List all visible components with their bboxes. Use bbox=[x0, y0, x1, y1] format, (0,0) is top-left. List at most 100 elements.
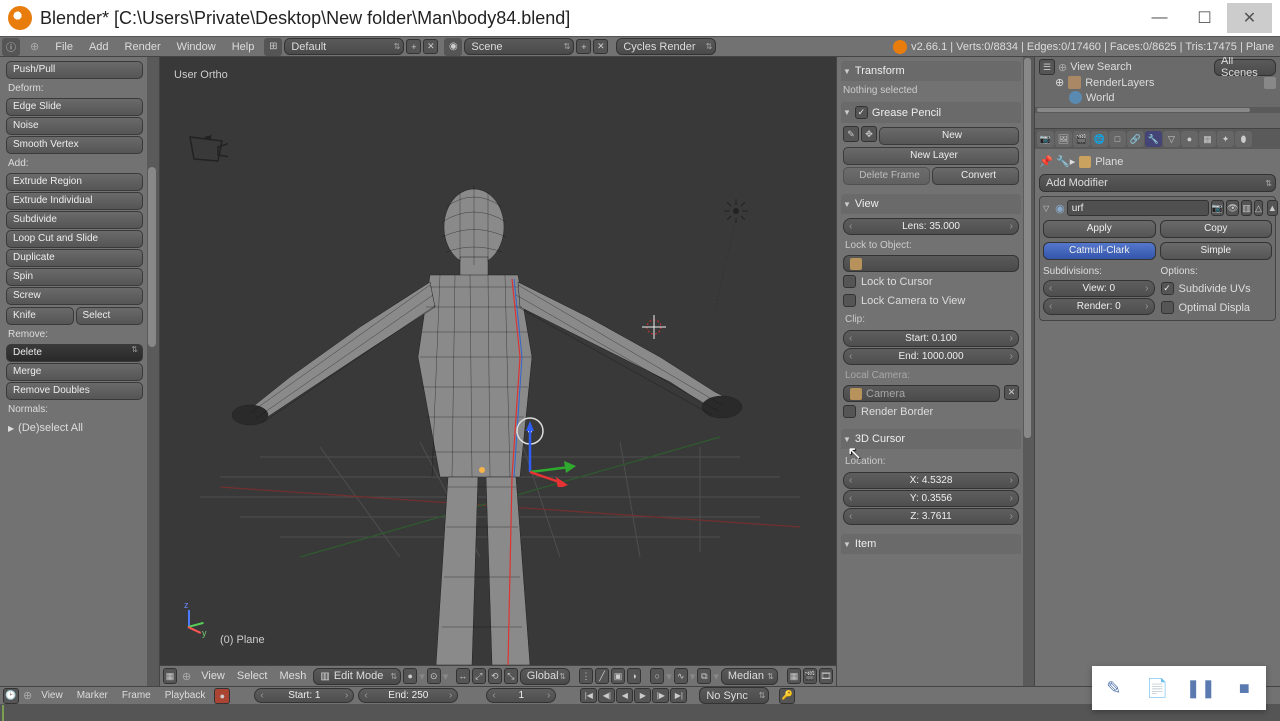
mod-show-render-icon[interactable]: 📷 bbox=[1211, 200, 1224, 216]
timeline-track[interactable] bbox=[0, 705, 1280, 721]
screen-layout-icon[interactable]: ⊞ bbox=[264, 38, 282, 56]
viewport-menu-mesh[interactable]: Mesh bbox=[274, 670, 311, 682]
mod-show-edit-icon[interactable]: ▥ bbox=[1241, 200, 1252, 216]
subsurf-catmull[interactable]: Catmull-Clark bbox=[1043, 242, 1156, 260]
screen-layout-select[interactable]: Default⇅ bbox=[284, 38, 404, 55]
header-expand-icon[interactable]: ⊕ bbox=[179, 670, 194, 683]
layout-add-button[interactable]: + bbox=[406, 39, 421, 54]
tool-noise[interactable]: Noise bbox=[6, 117, 143, 135]
frame-start-field[interactable]: Start: 1 bbox=[254, 688, 354, 703]
snap-icon[interactable]: ⧉ bbox=[697, 668, 711, 684]
tab-object[interactable]: □ bbox=[1109, 131, 1126, 147]
play-icon[interactable]: ▶ bbox=[634, 688, 651, 703]
outliner-item-world[interactable]: World bbox=[1039, 90, 1276, 105]
mod-move-up-icon[interactable]: ▲ bbox=[1267, 200, 1278, 216]
tab-material[interactable]: ● bbox=[1181, 131, 1198, 147]
subdiv-view-field[interactable]: View: 0 bbox=[1043, 280, 1155, 297]
add-modifier-dropdown[interactable]: Add Modifier⇅ bbox=[1039, 174, 1276, 192]
tool-spin[interactable]: Spin bbox=[6, 268, 143, 286]
auto-keyframe-icon[interactable]: ● bbox=[214, 688, 230, 704]
outliner-expand-icon[interactable]: ⊕ bbox=[1058, 61, 1067, 74]
transform-panel-header[interactable]: ▼Transform bbox=[841, 61, 1021, 81]
tab-render[interactable]: 📷 bbox=[1037, 131, 1054, 147]
tab-texture[interactable]: ▦ bbox=[1199, 131, 1216, 147]
minimize-button[interactable]: — bbox=[1137, 3, 1182, 33]
clip-start-field[interactable]: Start: 0.100 bbox=[843, 330, 1019, 347]
frame-end-field[interactable]: End: 250 bbox=[358, 688, 458, 703]
occlude-icon[interactable]: ◑ bbox=[627, 668, 641, 684]
grease-draw-icon[interactable]: ✎ bbox=[843, 126, 859, 142]
cursor-z-field[interactable]: Z: 3.7611 bbox=[843, 508, 1019, 525]
cursor-x-field[interactable]: X: 4.5328 bbox=[843, 472, 1019, 489]
outliner-search[interactable]: Search bbox=[1097, 61, 1132, 73]
render-preview-icon[interactable]: 🎬 bbox=[803, 668, 817, 684]
layout-del-button[interactable]: ✕ bbox=[423, 39, 438, 54]
lock-cam-check[interactable] bbox=[843, 294, 856, 307]
play-reverse-icon[interactable]: ◀ bbox=[616, 688, 633, 703]
tool-smooth-vertex[interactable]: Smooth Vertex bbox=[6, 136, 143, 154]
expand-menu-icon[interactable]: ⊕ bbox=[22, 40, 47, 53]
outliner-view[interactable]: View bbox=[1070, 61, 1094, 73]
tool-push-pull[interactable]: Push/Pull bbox=[6, 61, 143, 79]
scene-add-button[interactable]: + bbox=[576, 39, 591, 54]
tool-duplicate[interactable]: Duplicate bbox=[6, 249, 143, 267]
modifier-name-field[interactable] bbox=[1067, 200, 1209, 216]
transform-manipulator[interactable] bbox=[520, 417, 590, 487]
npanel-scrollbar[interactable] bbox=[1023, 57, 1034, 686]
keyframe-next-icon[interactable]: |▶ bbox=[652, 688, 669, 703]
timeline-editor-icon[interactable]: 🕑 bbox=[3, 688, 19, 704]
menu-add[interactable]: Add bbox=[81, 41, 117, 53]
render-border-check[interactable] bbox=[843, 405, 856, 418]
lens-field[interactable]: Lens: 35.000 bbox=[843, 218, 1019, 235]
tab-scene[interactable]: 🎬 bbox=[1073, 131, 1090, 147]
tab-world[interactable]: 🌐 bbox=[1091, 131, 1108, 147]
render-engine-select[interactable]: Cycles Render⇅ bbox=[616, 38, 716, 55]
scene-del-button[interactable]: ✕ bbox=[593, 39, 608, 54]
tool-remove-doubles[interactable]: Remove Doubles bbox=[6, 382, 143, 400]
tab-constraints[interactable]: 🔗 bbox=[1127, 131, 1144, 147]
falloff-icon[interactable]: ∿ bbox=[674, 668, 688, 684]
menu-file[interactable]: File bbox=[47, 41, 81, 53]
tool-subdivide[interactable]: Subdivide bbox=[6, 211, 143, 229]
close-button[interactable]: ✕ bbox=[1227, 3, 1272, 33]
editor-type-icon[interactable]: ⓘ bbox=[2, 38, 20, 56]
prop-edit-icon[interactable]: ○ bbox=[650, 668, 664, 684]
tab-data[interactable]: ▽ bbox=[1163, 131, 1180, 147]
orientation-select[interactable]: Global⇅ bbox=[520, 668, 570, 685]
menu-window[interactable]: Window bbox=[169, 41, 224, 53]
tool-delete[interactable]: Delete bbox=[6, 344, 143, 362]
frame-current-field[interactable]: 1 bbox=[486, 688, 556, 703]
subdiv-render-field[interactable]: Render: 0 bbox=[1043, 298, 1155, 315]
tool-knife-select[interactable]: Select bbox=[76, 307, 144, 325]
shading-icon[interactable]: ● bbox=[403, 668, 417, 684]
grease-erase-icon[interactable]: ✥ bbox=[861, 126, 877, 142]
pivot-select[interactable]: Median⇅ bbox=[721, 668, 778, 685]
pause-icon[interactable]: ❚❚ bbox=[1190, 677, 1212, 699]
jump-start-icon[interactable]: |◀ bbox=[580, 688, 597, 703]
pin-icon[interactable]: 📌 bbox=[1039, 155, 1052, 168]
timeline-frame[interactable]: Frame bbox=[117, 690, 156, 701]
outliner-filter[interactable]: All Scenes bbox=[1214, 59, 1276, 76]
modifier-collapse-icon[interactable]: ▽ bbox=[1043, 204, 1049, 213]
cursor-panel-header[interactable]: ▼3D Cursor bbox=[841, 429, 1021, 449]
keyframe-prev-icon[interactable]: ◀| bbox=[598, 688, 615, 703]
timeline-playback[interactable]: Playback bbox=[160, 690, 211, 701]
tool-extrude-region[interactable]: Extrude Region bbox=[6, 173, 143, 191]
3d-viewport[interactable]: User Ortho bbox=[160, 57, 836, 686]
tab-particles[interactable]: ✦ bbox=[1217, 131, 1234, 147]
timeline-marker[interactable]: Marker bbox=[72, 690, 113, 701]
viewport-menu-view[interactable]: View bbox=[196, 670, 230, 682]
tool-loop-cut[interactable]: Loop Cut and Slide bbox=[6, 230, 143, 248]
tool-screw[interactable]: Screw bbox=[6, 287, 143, 305]
stop-icon[interactable]: ■ bbox=[1233, 677, 1255, 699]
grease-convert[interactable]: Convert bbox=[932, 167, 1019, 185]
timeline-view[interactable]: View bbox=[36, 690, 68, 701]
jump-end-icon[interactable]: ▶| bbox=[670, 688, 687, 703]
render-anim-icon[interactable]: 🎞 bbox=[819, 668, 833, 684]
tab-modifiers[interactable]: 🔧 bbox=[1145, 131, 1162, 147]
sel-mode-edge-icon[interactable]: ╱ bbox=[595, 668, 609, 684]
tool-edge-slide[interactable]: Edge Slide bbox=[6, 98, 143, 116]
scene-icon[interactable]: ◉ bbox=[444, 38, 462, 56]
clip-end-field[interactable]: End: 1000.000 bbox=[843, 348, 1019, 365]
page-icon[interactable]: 📄 bbox=[1146, 677, 1168, 699]
